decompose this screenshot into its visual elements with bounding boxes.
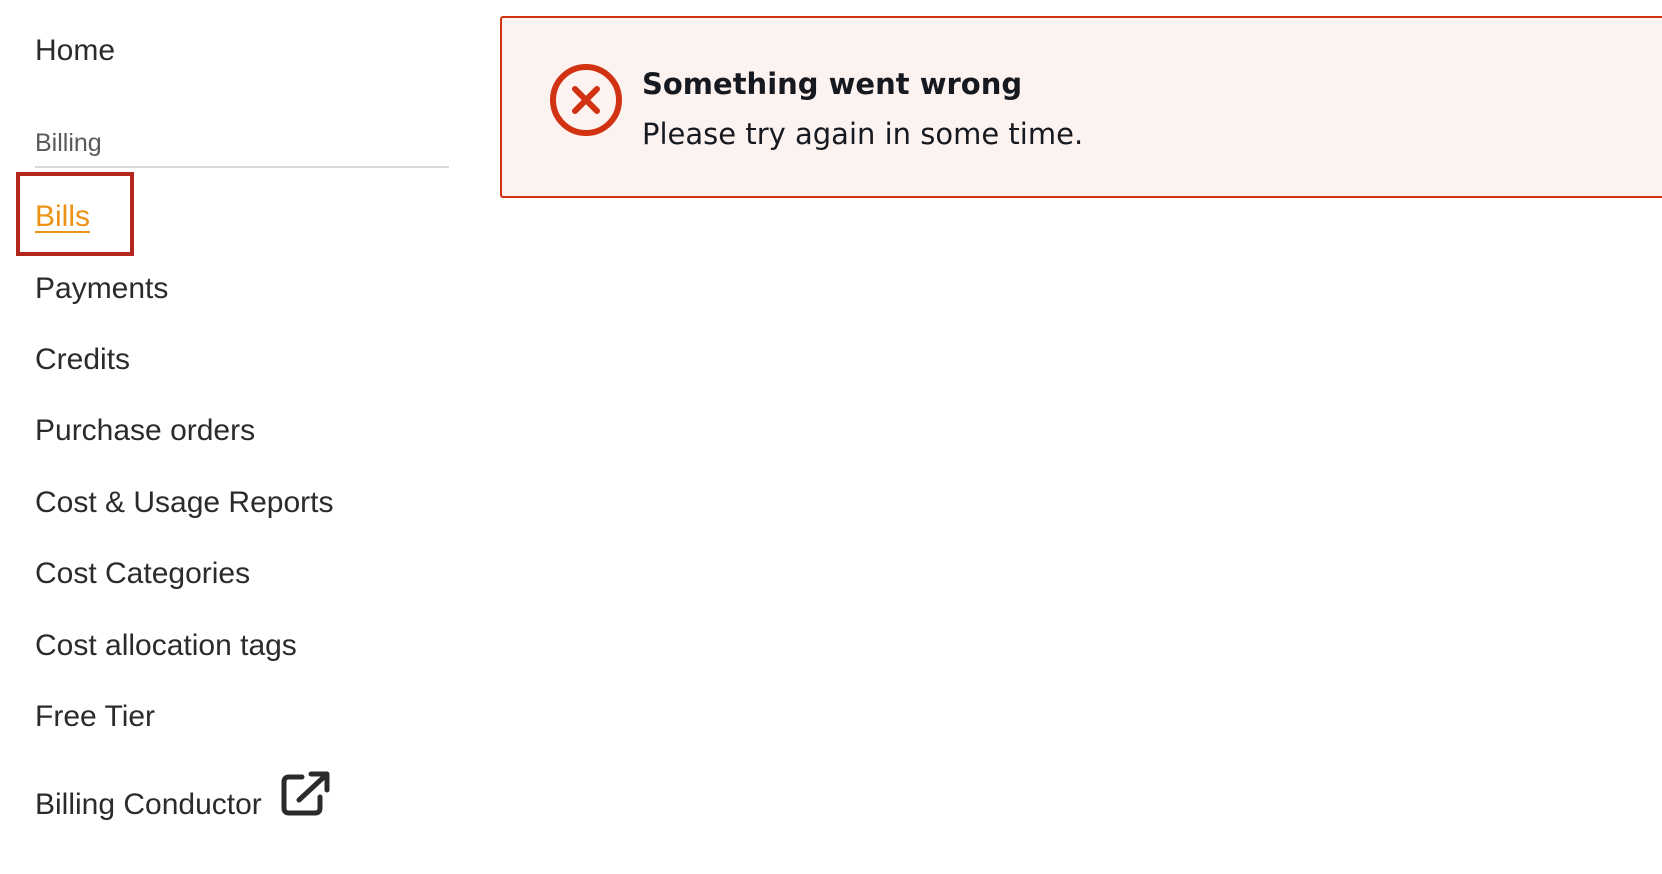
- sidebar-item-label: Billing Conductor: [35, 788, 262, 821]
- sidebar-section-title-billing: Billing: [35, 129, 102, 157]
- sidebar-item-cost-allocation-tags[interactable]: Cost allocation tags: [35, 626, 297, 666]
- error-alert: Something went wrong Please try again in…: [500, 16, 1662, 198]
- sidebar-item-home[interactable]: Home: [35, 31, 115, 71]
- sidebar-item-cost-usage-reports[interactable]: Cost & Usage Reports: [35, 483, 333, 523]
- alert-message: Please try again in some time.: [642, 117, 1084, 151]
- sidebar-nav: Home Billing Bills Payments Credits Purc…: [0, 0, 460, 874]
- sidebar-item-bills[interactable]: Bills: [35, 197, 90, 237]
- sidebar-item-free-tier[interactable]: Free Tier: [35, 697, 155, 737]
- sidebar-item-payments[interactable]: Payments: [35, 269, 168, 309]
- sidebar-item-cost-categories[interactable]: Cost Categories: [35, 554, 250, 594]
- external-link-icon: [281, 771, 330, 816]
- error-x-circle-icon: [550, 64, 622, 136]
- sidebar-item-credits[interactable]: Credits: [35, 340, 130, 380]
- alert-title: Something went wrong: [642, 67, 1023, 101]
- sidebar-divider: [35, 166, 449, 168]
- sidebar-item-billing-conductor[interactable]: Billing Conductor: [35, 770, 332, 825]
- sidebar-item-purchase-orders[interactable]: Purchase orders: [35, 411, 255, 451]
